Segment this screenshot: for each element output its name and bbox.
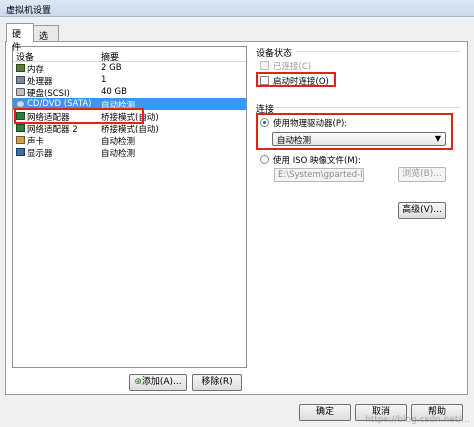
title-bar: 虚拟机设置 (0, 0, 474, 17)
device-list[interactable]: 设备 摘要 内存 2 GB 处理器 1 硬盘(SCSI) 40 GB CD/DV… (12, 46, 247, 368)
device-row-sound-card[interactable]: 声卡 自动检测 (13, 134, 246, 147)
device-status-title: 设备状态 (256, 49, 293, 59)
device-list-header: 设备 摘要 (13, 47, 246, 63)
use-iso-radio[interactable] (260, 155, 269, 164)
highlight-selected-device (14, 108, 144, 124)
dialog-body: 硬件 选项 设备 摘要 内存 2 GB 处理器 1 硬盘(SCSI) 40 G (0, 17, 474, 427)
watermark: https://blog.csdn.net/... (365, 415, 470, 425)
cpu-icon (16, 76, 25, 84)
browse-button[interactable]: 浏览(B)... (398, 167, 446, 182)
display-icon (16, 148, 25, 156)
device-summary: 自动检测 (101, 149, 136, 159)
connected-checkbox[interactable] (260, 61, 269, 70)
iso-path-field[interactable]: E:\System\gparted-live-0.3( (274, 168, 364, 182)
network-adapter-icon (16, 124, 25, 132)
advanced-button[interactable]: 高级(V)... (398, 202, 446, 219)
window-title: 虚拟机设置 (6, 6, 52, 16)
device-summary: 2 GB (101, 63, 122, 73)
ok-button[interactable]: 确定 (299, 404, 351, 421)
add-device-button[interactable]: ⊕添加(A)... (129, 374, 187, 391)
highlight-physical-drive (256, 113, 453, 150)
highlight-connect-at-power-on (256, 72, 336, 87)
remove-device-button[interactable]: 移除(R) (192, 374, 242, 391)
tab-options[interactable]: 选项 (33, 25, 59, 55)
device-summary: 1 (101, 75, 107, 85)
device-row-display[interactable]: 显示器 自动检测 (13, 146, 246, 159)
device-row-processor[interactable]: 处理器 1 (13, 74, 246, 87)
device-summary: 40 GB (101, 87, 127, 97)
hardware-panel: 设备 摘要 内存 2 GB 处理器 1 硬盘(SCSI) 40 GB CD/DV… (5, 41, 468, 395)
use-iso-label: 使用 ISO 映像文件(M): (273, 156, 361, 166)
device-row-hard-disk[interactable]: 硬盘(SCSI) 40 GB (13, 86, 246, 99)
device-row-memory[interactable]: 内存 2 GB (13, 62, 246, 75)
device-name: 显示器 (27, 149, 53, 159)
connected-label: 已连接(C) (273, 62, 312, 72)
group-divider (274, 107, 460, 108)
tab-hardware[interactable]: 硬件 (6, 23, 34, 53)
hard-disk-icon (16, 88, 25, 96)
sound-card-icon (16, 136, 25, 144)
group-divider (296, 51, 460, 52)
add-icon: ⊕ (134, 377, 142, 387)
cd-dvd-icon (16, 100, 25, 108)
memory-icon (16, 64, 25, 72)
